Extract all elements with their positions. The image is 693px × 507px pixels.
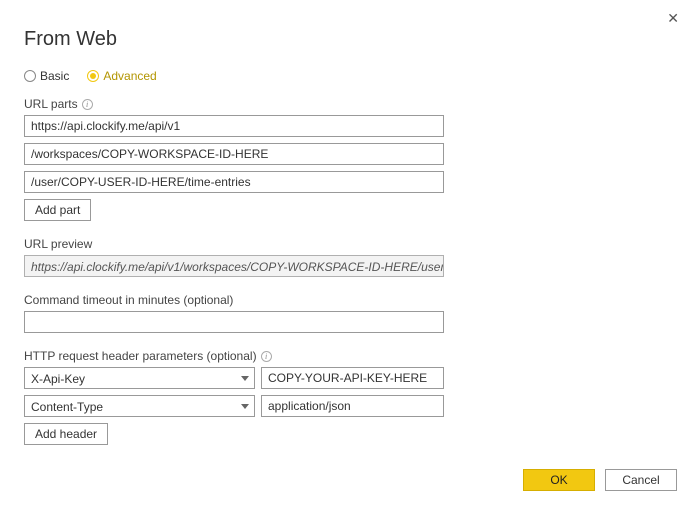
radio-basic-label: Basic — [40, 69, 69, 83]
url-parts-label: URL parts — [24, 97, 78, 111]
add-part-button[interactable]: Add part — [24, 199, 91, 221]
headers-label-row: HTTP request header parameters (optional… — [24, 349, 669, 363]
header-key-select-1[interactable]: X-Api-Key — [24, 367, 255, 389]
header-value-input-2[interactable] — [261, 395, 444, 417]
close-icon[interactable]: ✕ — [667, 10, 679, 27]
url-preview-field: https://api.clockify.me/api/v1/workspace… — [24, 255, 444, 277]
timeout-label-row: Command timeout in minutes (optional) — [24, 293, 669, 307]
header-key-select-2[interactable]: Content-Type — [24, 395, 255, 417]
radio-circle-icon — [24, 70, 36, 82]
dialog-footer: OK Cancel — [523, 469, 677, 491]
radio-basic[interactable]: Basic — [24, 69, 69, 83]
header-row: X-Api-Key — [24, 367, 669, 389]
url-preview-label: URL preview — [24, 237, 92, 251]
timeout-input[interactable] — [24, 311, 444, 333]
header-row: Content-Type — [24, 395, 669, 417]
url-parts-label-row: URL parts i — [24, 97, 669, 111]
radio-advanced[interactable]: Advanced — [87, 69, 156, 83]
headers-label: HTTP request header parameters (optional… — [24, 349, 257, 363]
cancel-button[interactable]: Cancel — [605, 469, 677, 491]
info-icon[interactable]: i — [261, 351, 272, 362]
dialog-title: From Web — [24, 28, 669, 51]
radio-circle-icon — [87, 70, 99, 82]
url-part-input-2[interactable] — [24, 143, 444, 165]
url-preview-label-row: URL preview — [24, 237, 669, 251]
radio-advanced-label: Advanced — [103, 69, 156, 83]
add-header-button[interactable]: Add header — [24, 423, 108, 445]
url-part-input-3[interactable] — [24, 171, 444, 193]
info-icon[interactable]: i — [82, 99, 93, 110]
url-part-input-1[interactable] — [24, 115, 444, 137]
ok-button[interactable]: OK — [523, 469, 595, 491]
header-value-input-1[interactable] — [261, 367, 444, 389]
header-key-2: Content-Type — [31, 400, 103, 414]
timeout-label: Command timeout in minutes (optional) — [24, 293, 233, 307]
chevron-down-icon — [236, 396, 254, 416]
chevron-down-icon — [236, 368, 254, 388]
mode-radio-group: Basic Advanced — [24, 69, 669, 83]
header-key-1: X-Api-Key — [31, 372, 85, 386]
